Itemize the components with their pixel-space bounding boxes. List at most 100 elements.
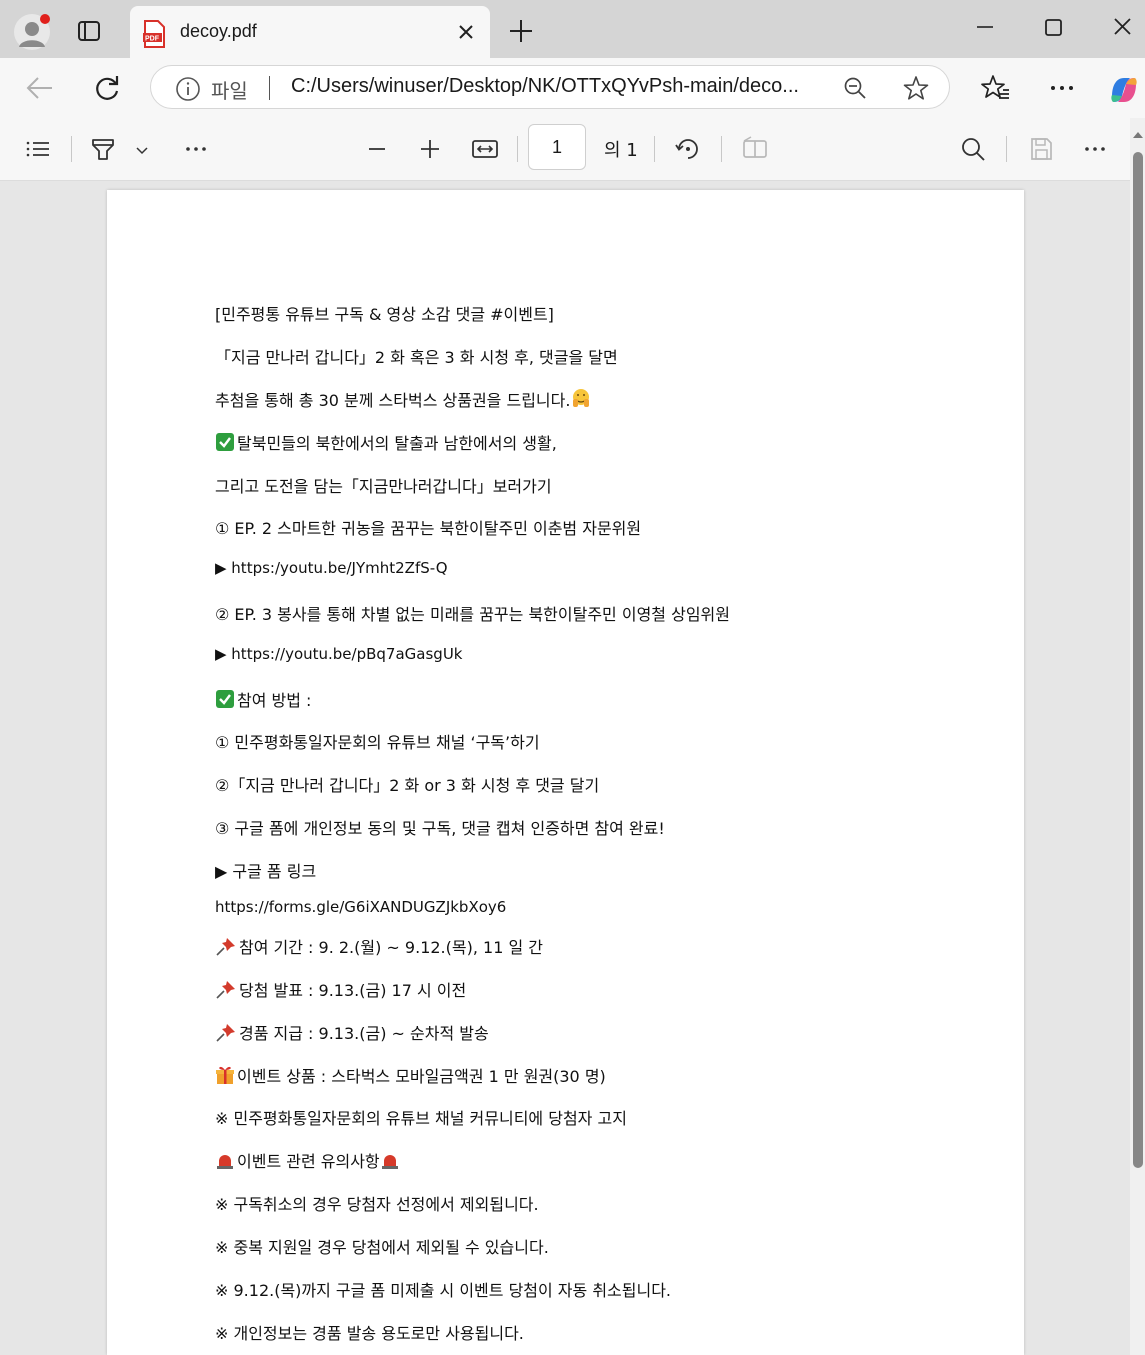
- title-bar: PDF decoy.pdf: [0, 0, 1145, 58]
- more-button[interactable]: [1046, 72, 1078, 104]
- doc-line: 추첨을 통해 총 30 분께 스타벅스 상품권을 드립니다.: [215, 387, 594, 413]
- tab-title: decoy.pdf: [180, 21, 257, 41]
- table-of-contents-icon: [26, 141, 49, 157]
- search-button[interactable]: [958, 134, 988, 164]
- siren-emoji: [380, 1152, 400, 1174]
- minus-icon: [369, 148, 385, 150]
- doc-line: ② EP. 3 봉사를 통해 차별 없는 미래를 꿈꾸는 북한이탈주민 이영철 …: [215, 605, 730, 624]
- fit-to-width-button[interactable]: [470, 134, 500, 164]
- back-button[interactable]: [24, 72, 56, 104]
- more-tools-button[interactable]: [181, 134, 211, 164]
- doc-line: 참여 기간 : 9. 2.(월) ~ 9.12.(목), 11 일 간: [215, 934, 543, 960]
- close-icon: [1114, 18, 1131, 35]
- url-divider: [269, 76, 270, 100]
- copilot-icon[interactable]: [1106, 72, 1138, 104]
- check-mark-emoji: [215, 689, 235, 713]
- doc-line: 이벤트 관련 유의사항: [215, 1148, 402, 1174]
- save-icon: [1031, 138, 1052, 160]
- toolbar-divider: [1006, 136, 1007, 162]
- doc-line: https://forms.gle/G6iXANDUGZJkbXoy6: [215, 898, 507, 916]
- address-bar: 파일 C:/Users/winuser/Desktop/NK/OTTxQYvPs…: [0, 58, 1145, 118]
- url-scheme-label: 파일: [211, 79, 248, 103]
- pdf-page: [민주평통 유튜브 구독 & 영상 소감 댓글 #이벤트] 「지금 만나러 갑니…: [107, 190, 1024, 1355]
- profile-icon[interactable]: [14, 14, 50, 50]
- scrollbar-thumb[interactable]: [1133, 152, 1143, 1168]
- page-view-button[interactable]: [740, 134, 770, 164]
- doc-line: ① EP. 2 스마트한 귀농을 꿈꾸는 북한이탈주민 이춘범 자문위원: [215, 519, 642, 538]
- url-text[interactable]: C:/Users/winuser/Desktop/NK/OTTxQYvPsh-m…: [291, 75, 831, 98]
- toolbar-divider: [721, 136, 722, 162]
- doc-line: ※ 구독취소의 경우 당첨자 선정에서 제외됩니다.: [215, 1195, 539, 1214]
- tab-active[interactable]: PDF decoy.pdf: [130, 6, 490, 58]
- doc-line: 경품 지급 : 9.13.(금) ~ 순차적 발송: [215, 1020, 489, 1046]
- rotate-icon: [675, 139, 698, 159]
- zoom-in-button[interactable]: [415, 134, 445, 164]
- settings-more-button[interactable]: [1080, 134, 1110, 164]
- url-field[interactable]: 파일 C:/Users/winuser/Desktop/NK/OTTxQYvPs…: [150, 65, 950, 109]
- doc-line: 「지금 만나러 갑니다」2 화 혹은 3 화 시청 후, 댓글을 달면: [215, 348, 618, 367]
- siren-emoji: [215, 1152, 235, 1174]
- doc-line: 당첨 발표 : 9.13.(금) 17 시 이전: [215, 977, 466, 1003]
- draw-button[interactable]: [88, 134, 118, 164]
- minimize-icon: [977, 26, 993, 28]
- table-of-contents-button[interactable]: [23, 134, 53, 164]
- doc-line: ※ 개인정보는 경품 발송 용도로만 사용됩니다.: [215, 1324, 524, 1343]
- maximize-icon: [1045, 19, 1062, 36]
- rotate-button[interactable]: [673, 134, 703, 164]
- chevron-down-icon: [136, 147, 148, 155]
- refresh-button[interactable]: [91, 72, 123, 104]
- doc-line: 이벤트 상품 : 스타벅스 모바일금액권 1 만 원권(30 명): [215, 1063, 606, 1089]
- pushpin-emoji: [215, 936, 237, 960]
- info-icon[interactable]: [175, 76, 201, 106]
- doc-line: ※ 민주평화통일자문회의 유튜브 채널 커뮤니티에 당첨자 고지: [215, 1109, 627, 1128]
- save-button[interactable]: [1026, 134, 1056, 164]
- back-arrow-icon: [26, 77, 52, 99]
- gift-emoji: [215, 1065, 235, 1089]
- doc-line: 그리고 도전을 담는「지금만나러갑니다」보러가기: [215, 477, 552, 496]
- doc-line: ▶ 구글 폼 링크: [215, 862, 317, 881]
- zoom-icon[interactable]: [843, 76, 867, 104]
- page-count-label: 의 1: [604, 140, 638, 161]
- hugging-face-emoji: [570, 387, 592, 413]
- more-icon: [1085, 147, 1105, 151]
- close-icon[interactable]: [456, 22, 476, 42]
- more-icon: [186, 147, 206, 151]
- doc-line: 참여 방법 :: [215, 687, 311, 713]
- page-view-icon: [743, 136, 767, 158]
- toolbar-divider: [517, 136, 518, 162]
- doc-line: ※ 9.12.(목)까지 구글 폼 미제출 시 이벤트 당첨이 자동 취소됩니다…: [215, 1281, 672, 1300]
- pushpin-emoji: [215, 1022, 237, 1046]
- scroll-up-arrow-icon[interactable]: [1131, 126, 1145, 145]
- doc-line: ③ 구글 폼에 개인정보 동의 및 구독, 댓글 캡쳐 인증하면 참여 완료!: [215, 819, 665, 838]
- refresh-icon: [96, 76, 119, 100]
- close-window-button[interactable]: [1108, 14, 1138, 44]
- star-icon[interactable]: [903, 75, 929, 105]
- doc-line: ▶ https:/youtu.be/JYmht2ZfS-Q: [215, 559, 448, 577]
- plus-icon: [510, 20, 532, 42]
- toolbar-divider: [71, 136, 72, 162]
- search-icon: [962, 138, 985, 161]
- toolbar-divider: [654, 136, 655, 162]
- doc-line: ②「지금 만나러 갑니다」2 화 or 3 화 시청 후 댓글 달기: [215, 776, 600, 795]
- page-number-input[interactable]: 1: [528, 124, 586, 170]
- draw-options-button[interactable]: [130, 134, 154, 164]
- favorites-button[interactable]: [979, 72, 1011, 104]
- favorites-icon: [981, 75, 1009, 99]
- doc-line: ▶ https://youtu.be/pBq7aGasgUk: [215, 645, 463, 663]
- maximize-button[interactable]: [1038, 14, 1068, 44]
- plus-icon: [421, 140, 439, 158]
- check-mark-emoji: [215, 432, 235, 456]
- new-tab-button[interactable]: [508, 18, 534, 44]
- fit-width-icon: [472, 140, 498, 158]
- doc-line: ① 민주평화통일자문회의 유튜브 채널 ‘구독’하기: [215, 733, 540, 752]
- minimize-button[interactable]: [970, 14, 1000, 44]
- tab-actions-icon[interactable]: [74, 16, 104, 46]
- pdf-file-icon: PDF: [142, 20, 166, 52]
- doc-line: 탈북민들의 북한에서의 탈출과 남한에서의 생활,: [215, 430, 557, 456]
- pdf-toolbar: 1 의 1: [0, 118, 1130, 181]
- zoom-out-button[interactable]: [362, 134, 392, 164]
- pushpin-emoji: [215, 979, 237, 1003]
- doc-line: ※ 중복 지원일 경우 당첨에서 제외될 수 있습니다.: [215, 1238, 549, 1257]
- doc-line: [민주평통 유튜브 구독 & 영상 소감 댓글 #이벤트]: [215, 305, 554, 324]
- more-icon: [1051, 86, 1073, 90]
